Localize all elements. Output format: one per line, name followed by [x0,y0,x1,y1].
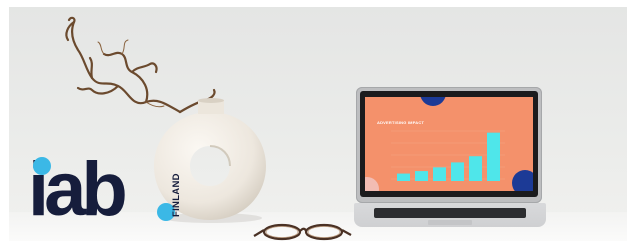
frame-border [0,0,636,7]
eyeglasses [253,223,352,241]
screen-bar [415,171,428,181]
logo-subtext: FINLAND [171,173,182,217]
logo-dot-icon [33,157,51,175]
laptop-keyboard [374,208,526,218]
laptop: ADVERTISING IMPACT [354,87,548,233]
screen-graphics [365,97,533,191]
screen-bar [433,167,446,181]
frame-border [627,0,636,241]
laptop-screen: ADVERTISING IMPACT [365,97,533,191]
screen-chart-title: ADVERTISING IMPACT [377,120,425,125]
screen-bar [397,173,410,181]
screen-bar [469,156,482,181]
screen-bar [487,132,500,181]
laptop-trackpad [428,220,472,225]
screen-bar [451,162,464,181]
banner-photo: iab FINLAND ADVERTISING IMPACT [0,0,636,241]
frame-border [0,0,9,241]
